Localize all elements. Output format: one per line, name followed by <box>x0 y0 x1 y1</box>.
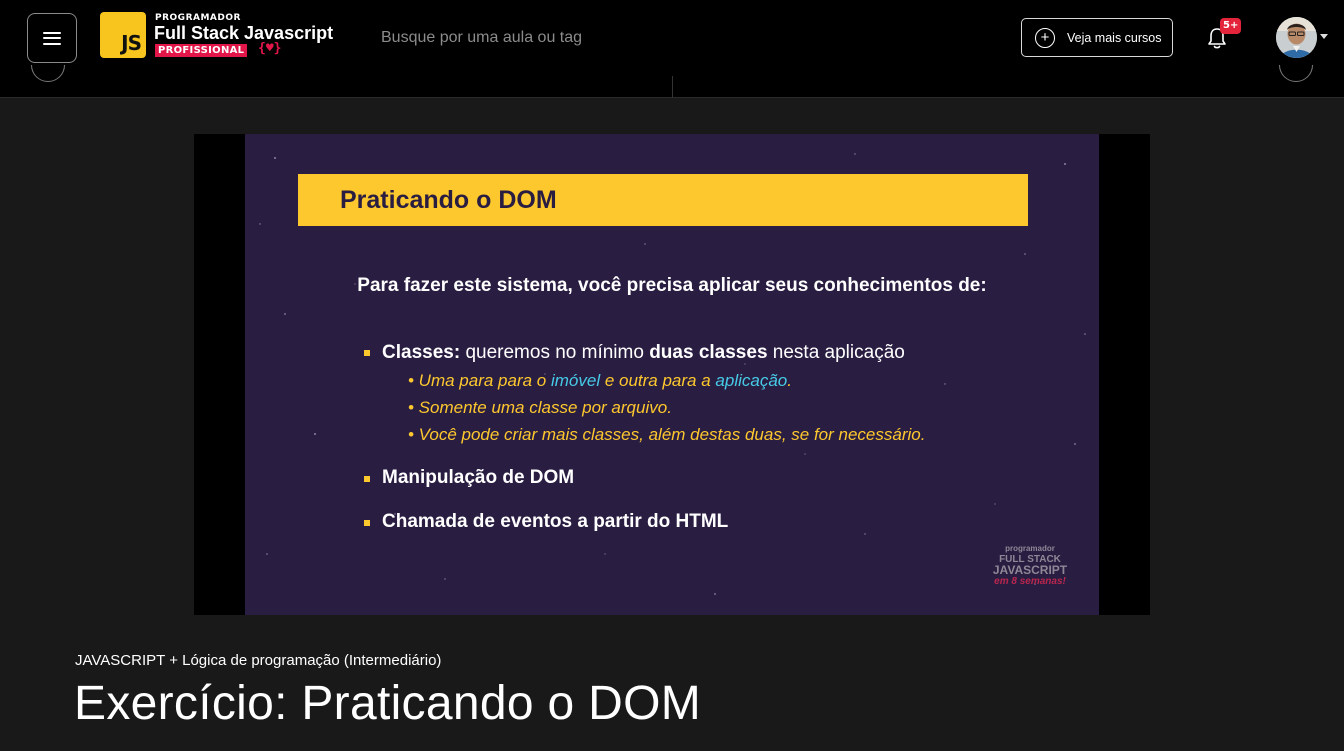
chevron-down-icon[interactable] <box>1320 34 1328 39</box>
slide-sub-bullet: • Você pode criar mais classes, além des… <box>408 425 926 444</box>
header-divider <box>672 76 673 98</box>
user-avatar[interactable] <box>1276 17 1317 58</box>
top-navbar: JS PROGRAMADOR Full Stack Javascript PRO… <box>0 0 1344 98</box>
video-frame-slide: Praticando o DOM Para fazer este sistema… <box>245 134 1099 615</box>
more-courses-button[interactable]: + Veja mais cursos <box>1021 18 1173 57</box>
bullet-marker <box>364 520 370 526</box>
slide-title-bar: Praticando o DOM <box>298 174 1028 226</box>
slide-intro: Para fazer este sistema, você precisa ap… <box>357 275 987 296</box>
logo-main-text: Full Stack Javascript <box>154 23 334 43</box>
slide-bullet-dom: Manipulação de DOM <box>382 467 575 488</box>
js-logo-badge: JS <box>100 12 146 58</box>
logo-pre-text: PROGRAMADOR <box>155 13 241 23</box>
slide-title: Praticando o DOM <box>340 186 557 214</box>
course-name[interactable]: JAVASCRIPT + Lógica de programação (Inte… <box>75 652 441 669</box>
slide-sub-bullet: • Uma para para o imóvel e outra para a … <box>408 371 792 390</box>
logo-tag: PROFISSIONAL <box>155 44 248 57</box>
search-input[interactable] <box>370 22 670 54</box>
video-player[interactable]: Praticando o DOM Para fazer este sistema… <box>194 134 1150 615</box>
bullet-marker <box>364 476 370 482</box>
lesson-title: Exercício: Praticando o DOM <box>74 677 701 730</box>
slide-bullet-events: Chamada de eventos a partir do HTML <box>382 511 729 532</box>
more-courses-label: Veja mais cursos <box>1067 30 1162 45</box>
bullet-marker <box>364 350 370 356</box>
hamburger-menu-icon <box>43 31 61 45</box>
slide-sub-bullet: • Somente uma classe por arquivo. <box>408 398 672 417</box>
notification-badge: 5+ <box>1220 18 1242 34</box>
slide-bullet-classes: Classes: queremos no mínimo duas classes… <box>382 342 905 363</box>
site-logo[interactable]: JS PROGRAMADOR Full Stack Javascript PRO… <box>100 12 340 60</box>
logo-brace: {♥} <box>258 41 282 56</box>
avatar-image <box>1276 17 1317 58</box>
menu-button[interactable] <box>27 13 77 63</box>
slide-watermark-logo: programador FULL STACK JAVASCRIPT em 8 s… <box>992 544 1068 587</box>
plus-circle-icon: + <box>1035 27 1055 48</box>
